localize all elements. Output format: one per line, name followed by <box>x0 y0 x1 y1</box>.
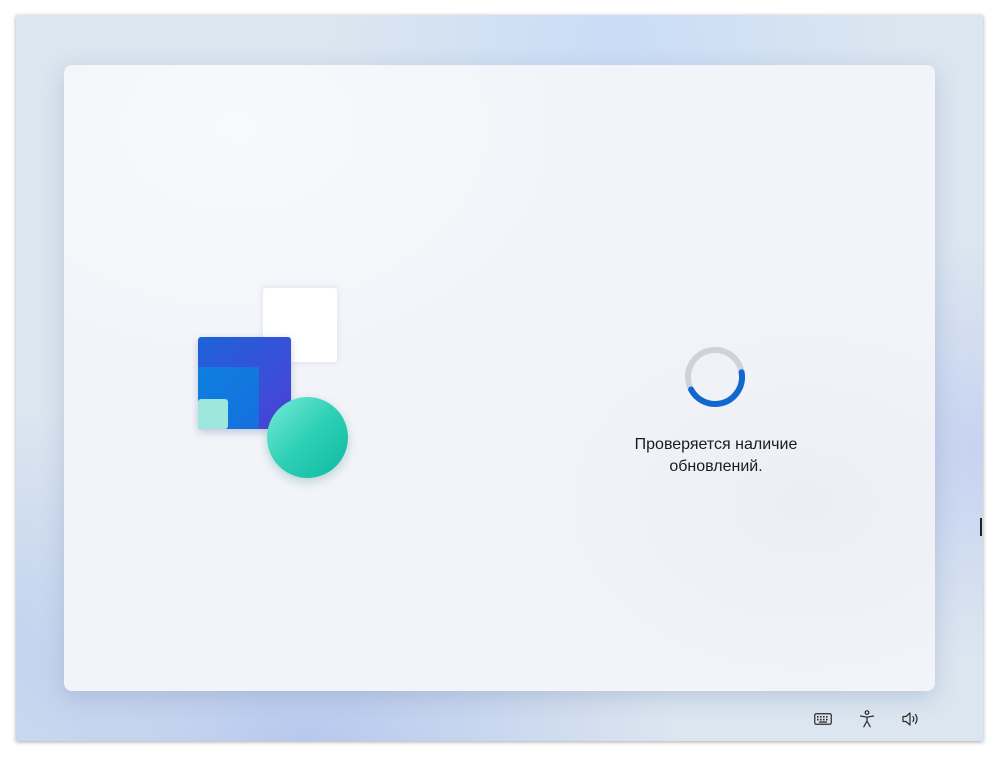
accessibility-icon[interactable] <box>856 709 878 729</box>
keyboard-icon[interactable] <box>812 709 834 729</box>
illustration-teal-circle <box>267 397 348 478</box>
setup-screen: Проверяется наличие обновлений. <box>16 15 983 741</box>
status-message: Проверяется наличие обновлений. <box>634 436 798 475</box>
volume-icon[interactable] <box>900 709 922 729</box>
illustration-mint-square <box>198 399 228 429</box>
loading-spinner-icon <box>685 347 745 407</box>
text-cursor-icon <box>980 518 982 536</box>
system-tray <box>812 709 922 729</box>
windows-setup-illustration <box>197 286 349 478</box>
spinner-arc <box>685 347 745 407</box>
oobe-card: Проверяется наличие обновлений. <box>64 65 935 691</box>
